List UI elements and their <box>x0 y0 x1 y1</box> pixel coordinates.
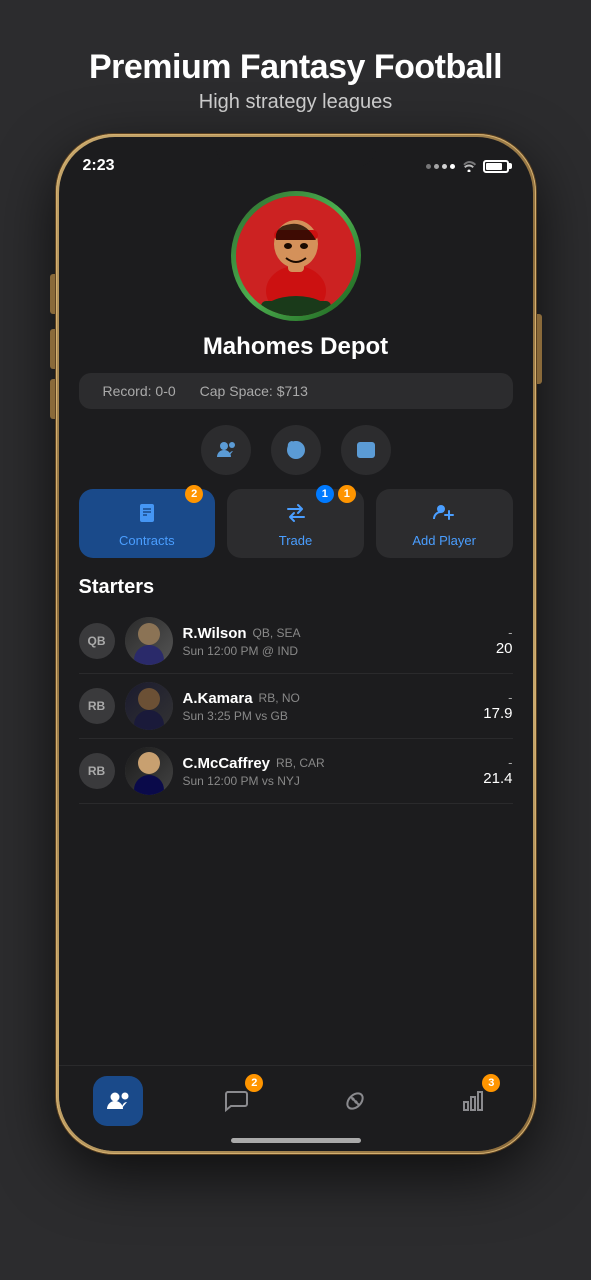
roster-icon <box>215 439 237 461</box>
roster-tab-icon <box>105 1088 131 1114</box>
tab-chat-icon-wrap: 2 <box>211 1076 261 1126</box>
app-content: Mahomes Depot Record: 0-0 Cap Space: $71… <box>59 181 533 804</box>
contracts-button[interactable]: 2 Contracts <box>79 489 216 558</box>
position-badge-qb: QB <box>79 623 115 659</box>
player-avatar-kamara <box>125 682 173 730</box>
position-badge-rb2: RB <box>79 753 115 789</box>
contracts-icon <box>133 499 161 527</box>
player-game-mccaffrey: Sun 12:00 PM vs NYJ <box>183 774 474 788</box>
player-row[interactable]: RB C.McCaffrey RB, CAR Sun 12:00 PM vs N… <box>79 739 513 804</box>
add-player-button[interactable]: Add Player <box>376 489 513 558</box>
avatar-image <box>236 196 356 316</box>
team-avatar <box>231 191 361 321</box>
player-pos-kamara: RB, NO <box>259 691 300 705</box>
player-game-kamara: Sun 3:25 PM vs GB <box>183 709 474 723</box>
news-icon-button[interactable] <box>341 425 391 475</box>
battery-icon <box>483 160 509 173</box>
player-name-mccaffrey: C.McCaffrey <box>183 755 271 772</box>
contracts-label: Contracts <box>119 533 175 548</box>
chat-tab-badge: 2 <box>245 1074 263 1092</box>
trade-badge-left: 1 <box>316 485 334 503</box>
action-buttons-row: 2 Contracts 1 1 <box>79 489 513 558</box>
trade-icon <box>282 499 310 527</box>
signal-icon <box>426 164 455 169</box>
action-icons-row <box>201 425 391 475</box>
tab-bar: 2 <box>59 1065 533 1151</box>
record-stat: Record: 0-0 <box>103 383 176 399</box>
header-title: Premium Fantasy Football <box>20 48 571 87</box>
player-row[interactable]: RB A.Kamara RB, NO Sun 3:25 PM vs GB - 1… <box>79 674 513 739</box>
trade-button[interactable]: 1 1 Trade <box>227 489 364 558</box>
player-name-kamara: A.Kamara <box>183 690 253 707</box>
team-name: Mahomes Depot <box>203 333 388 361</box>
page-header: Premium Fantasy Football High strategy l… <box>0 0 591 134</box>
history-icon <box>285 439 307 461</box>
news-icon <box>355 439 377 461</box>
player-game-wilson: Sun 12:00 PM @ IND <box>183 644 486 658</box>
phone-frame: 2:23 <box>56 134 536 1154</box>
wifi-icon <box>461 160 477 172</box>
tab-roster[interactable] <box>59 1076 178 1126</box>
player-row[interactable]: QB R.Wilson QB, SEA Sun 12:00 PM @ IND -… <box>79 609 513 674</box>
player-avatar-wilson <box>125 617 173 665</box>
player-illustration <box>236 196 356 316</box>
stats-tab-badge: 3 <box>482 1074 500 1092</box>
avatar-ring <box>231 191 361 321</box>
header-subtitle: High strategy leagues <box>20 91 571 114</box>
starters-label: Starters <box>79 576 155 599</box>
player-score-kamara: - 17.9 <box>483 690 512 722</box>
tab-stats-icon-wrap: 3 <box>448 1076 498 1126</box>
player-pos-mccaffrey: RB, CAR <box>276 756 325 770</box>
cap-space-stat: Cap Space: $713 <box>200 383 308 399</box>
stats-tab-icon <box>460 1088 486 1114</box>
player-info-kamara: A.Kamara RB, NO Sun 3:25 PM vs GB <box>183 690 474 723</box>
status-icons <box>426 160 509 173</box>
player-name-wilson: R.Wilson <box>183 625 247 642</box>
status-time: 2:23 <box>83 157 115 175</box>
tab-ball[interactable] <box>296 1076 415 1126</box>
football-tab-icon <box>342 1088 368 1114</box>
contracts-badge: 2 <box>185 485 203 503</box>
home-indicator <box>231 1138 361 1143</box>
chat-tab-icon <box>223 1088 249 1114</box>
player-score-wilson: - 20 <box>496 625 513 657</box>
player-pos-wilson: QB, SEA <box>253 626 301 640</box>
tab-roster-icon-wrap <box>93 1076 143 1126</box>
add-player-icon <box>430 499 458 527</box>
tab-stats[interactable]: 3 <box>414 1076 533 1126</box>
position-badge-rb1: RB <box>79 688 115 724</box>
tab-chat[interactable]: 2 <box>177 1076 296 1126</box>
phone-notch <box>216 137 376 167</box>
roster-icon-button[interactable] <box>201 425 251 475</box>
trade-label: Trade <box>279 533 312 548</box>
trade-badge-right: 1 <box>338 485 356 503</box>
add-player-label: Add Player <box>412 533 476 548</box>
player-score-mccaffrey: - 21.4 <box>483 755 512 787</box>
stats-bar: Record: 0-0 Cap Space: $713 <box>79 373 513 409</box>
phone-screen: 2:23 <box>59 137 533 1151</box>
tab-ball-icon-wrap <box>330 1076 380 1126</box>
player-avatar-mccaffrey <box>125 747 173 795</box>
player-info-mccaffrey: C.McCaffrey RB, CAR Sun 12:00 PM vs NYJ <box>183 755 474 788</box>
player-info-wilson: R.Wilson QB, SEA Sun 12:00 PM @ IND <box>183 625 486 658</box>
history-icon-button[interactable] <box>271 425 321 475</box>
